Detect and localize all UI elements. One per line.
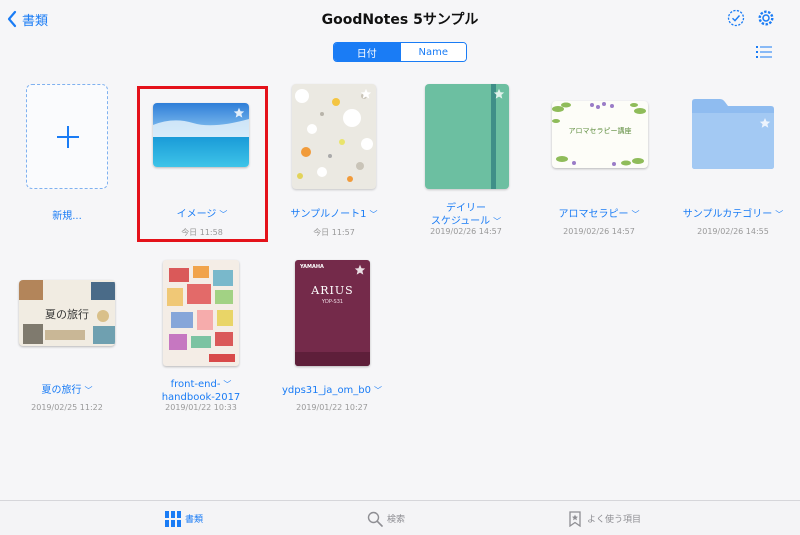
new-document-label[interactable]: 新規... [2,210,132,223]
cover-title: ARIUS [311,284,354,297]
cover-title: 夏の旅行 [45,308,89,321]
notebook-summer-trip-date: 2019/02/25 11:22 [31,403,103,412]
chevron-down-icon: ﹀ [374,386,383,395]
notebook-daily-schedule-date: 2019/02/26 14:57 [430,227,502,236]
folder-sample-category-thumb[interactable] [690,98,776,170]
notebook-sample-note-cover[interactable] [292,84,376,189]
settings-button[interactable] [756,8,776,28]
favorite-star-icon[interactable] [360,88,372,100]
favorite-star-icon[interactable] [233,107,245,119]
folder-sample-category-label[interactable]: サンプルカテゴリー ﹀ [668,208,798,221]
back-button-label: 書類 [22,13,49,29]
notebook-sample-note-label[interactable]: サンプルノート1 ﹀ [269,208,399,221]
list-icon [756,46,772,58]
chevron-down-icon: ﹀ [223,380,232,389]
search-icon [367,511,383,527]
notebook-image-date: 今日 11:58 [181,228,223,237]
notebook-daily-schedule-label[interactable]: デイリー スケジュール ﹀ [401,202,531,228]
chevron-down-icon: ﹀ [369,210,378,219]
notebook-aromatherapy-date: 2019/02/26 14:57 [563,227,635,236]
notebook-ydps31-manual-label[interactable]: ydps31_ja_om_b0 ﹀ [267,384,397,397]
tab-documents[interactable]: 書類 [165,501,203,535]
sort-by-name-tab[interactable]: Name [399,43,466,61]
tab-favorites[interactable]: よく使う項目 [567,501,641,535]
cover-model: YDP-S31 [321,299,344,305]
favorite-star-icon[interactable] [493,88,505,100]
chevron-down-icon: ﹀ [219,210,228,219]
notebook-sample-note-date: 今日 11:57 [313,228,355,237]
folder-sample-category-date: 2019/02/26 14:55 [697,227,769,236]
page-title: GoodNotes 5サンプル [321,12,479,28]
tab-search[interactable]: 検索 [367,501,405,535]
chevron-down-icon: ﹀ [84,386,93,395]
new-document-button[interactable] [26,84,108,189]
cover-brand: YAMAHA [300,264,324,270]
sort-by-date-tab[interactable]: 日付 [334,43,400,61]
notebook-ydps31-manual-date: 2019/01/22 10:27 [296,403,368,412]
list-view-button[interactable] [756,44,772,58]
notebook-aromatherapy-label[interactable]: アロマセラピー ﹀ [534,208,664,221]
gear-icon [758,10,774,26]
cover-title: アロマセラピー講座 [568,127,632,135]
notebook-daily-schedule-cover[interactable] [425,84,509,189]
top-nav-bar: 書類 GoodNotes 5サンプル [0,0,800,36]
chevron-down-icon: ﹀ [775,210,784,219]
isometric-city-cover [167,266,235,362]
notebook-front-end-handbook-cover[interactable] [163,260,239,366]
notebook-image-label[interactable]: イメージ ﹀ [137,208,267,221]
grid-icon [165,510,181,527]
folder-icon [692,99,774,169]
select-button[interactable] [726,8,746,28]
back-button[interactable]: 書類 [6,9,48,29]
bookmark-star-icon [569,510,581,527]
notebook-front-end-handbook-label[interactable]: front-end- ﹀ handbook-2017 [136,378,266,404]
chevron-down-icon: ﹀ [631,210,640,219]
notebook-ydps31-manual-cover[interactable]: YAMAHA ARIUS YDP-S31 [295,260,370,366]
sort-segmented-control: 日付 Name [333,42,467,62]
notebook-summer-trip-cover[interactable]: 夏の旅行 [19,280,115,346]
notebook-front-end-handbook-date: 2019/01/22 10:33 [165,403,237,412]
bottom-tab-bar: 書類 検索 よく使う項目 [0,500,800,535]
checkmark-circle-icon [727,9,745,27]
notebook-aromatherapy-cover[interactable]: アロマセラピー講座 [552,101,648,168]
chevron-left-icon [7,10,17,28]
notebook-summer-trip-label[interactable]: 夏の旅行 ﹀ [2,384,132,397]
notebook-image-cover[interactable] [153,103,249,167]
favorite-star-icon[interactable] [354,264,366,276]
